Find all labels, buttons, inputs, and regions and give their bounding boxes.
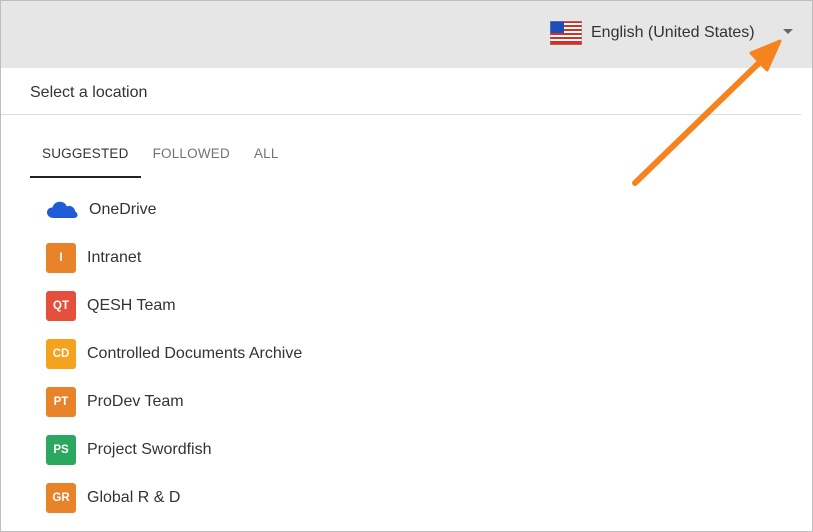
- list-item-label: Project Swordfish: [87, 441, 212, 458]
- list-item-controlled-documents-archive[interactable]: CD Controlled Documents Archive: [46, 339, 746, 369]
- location-picker-window: English (United States) Select a locatio…: [0, 0, 813, 532]
- list-item-label: Controlled Documents Archive: [87, 345, 303, 362]
- list-item-project-swordfish[interactable]: PS Project Swordfish: [46, 435, 746, 465]
- list-item-label: ProDev Team: [87, 393, 184, 410]
- site-initials-badge: QT: [46, 291, 76, 321]
- location-list: OneDrive I Intranet QT QESH Team CD Cont…: [46, 195, 746, 531]
- tab-followed[interactable]: FOLLOWED: [141, 138, 242, 178]
- tab-suggested[interactable]: SUGGESTED: [30, 138, 141, 178]
- location-tabs: SUGGESTED FOLLOWED ALL: [30, 138, 291, 179]
- us-flag-icon: [550, 21, 582, 45]
- site-initials-badge: I: [46, 243, 76, 273]
- caret-down-icon[interactable]: [783, 29, 793, 34]
- list-item-label: OneDrive: [89, 201, 157, 218]
- list-item-global-r-and-d[interactable]: GR Global R & D: [46, 483, 746, 513]
- divider: [1, 114, 801, 115]
- list-item-label: Global R & D: [87, 489, 181, 506]
- select-location-heading: Select a location: [30, 84, 148, 101]
- list-item-qesh-team[interactable]: QT QESH Team: [46, 291, 746, 321]
- site-initials-badge: GR: [46, 483, 76, 513]
- tab-all[interactable]: ALL: [242, 138, 291, 178]
- language-label: English (United States): [591, 24, 755, 41]
- list-item-prodev-team[interactable]: PT ProDev Team: [46, 387, 746, 417]
- onedrive-cloud-icon: [46, 195, 78, 225]
- list-item-intranet[interactable]: I Intranet: [46, 243, 746, 273]
- site-initials-badge: CD: [46, 339, 76, 369]
- language-selector[interactable]: English (United States): [550, 20, 755, 46]
- top-bar: English (United States): [1, 1, 812, 68]
- list-item-onedrive[interactable]: OneDrive: [46, 195, 746, 225]
- site-initials-badge: PT: [46, 387, 76, 417]
- site-initials-badge: PS: [46, 435, 76, 465]
- list-item-label: QESH Team: [87, 297, 176, 314]
- list-item-label: Intranet: [87, 249, 142, 266]
